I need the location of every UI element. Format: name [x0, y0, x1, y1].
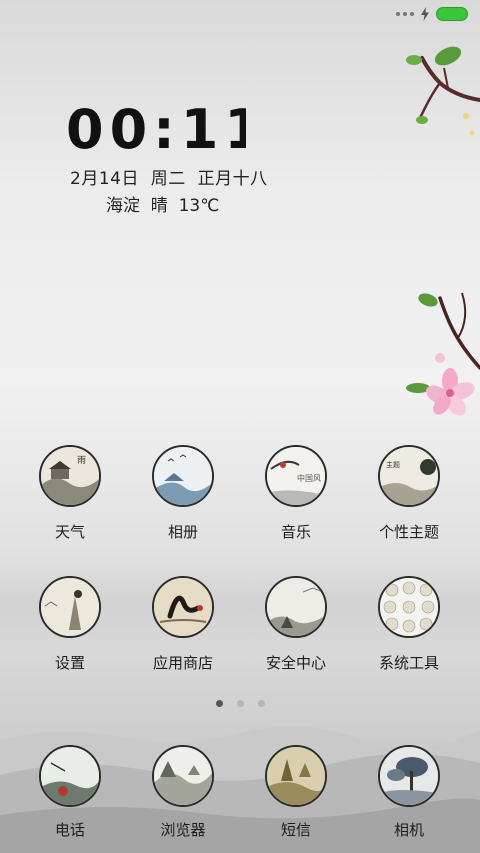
app-label: 音乐: [280, 523, 311, 541]
app-label: 安全中心: [265, 654, 326, 672]
settings-app-icon: [39, 576, 101, 638]
app-label: 电话: [54, 821, 85, 839]
battery-icon: [436, 7, 468, 21]
blossom-branch-top: [406, 46, 480, 136]
app-label: 天气: [54, 523, 85, 541]
themes-app-icon: 主题: [378, 445, 440, 507]
gallery-app-icon: [152, 445, 214, 507]
app-system-tools[interactable]: 系统工具: [353, 576, 465, 673]
messages-app-icon: [265, 745, 327, 807]
phone-app-icon: [39, 745, 101, 807]
svg-text:主题: 主题: [386, 460, 400, 469]
app-label: 相册: [167, 523, 198, 541]
app-label: 应用商店: [152, 654, 213, 672]
app-security[interactable]: 安全中心: [240, 576, 352, 673]
app-label: 相机: [393, 821, 424, 839]
app-store-icon: [152, 576, 214, 638]
blossom-branch-bottom: [406, 292, 480, 416]
app-store[interactable]: 应用商店: [127, 576, 239, 673]
security-app-icon: [265, 576, 327, 638]
page-indicator[interactable]: [0, 700, 480, 707]
date-text: 2月14日 周二 正月十八: [70, 169, 268, 189]
app-gallery[interactable]: 相册: [127, 445, 239, 542]
charging-bolt-icon: [421, 7, 429, 21]
app-weather[interactable]: 雨 天气: [14, 445, 126, 542]
status-bar: [396, 0, 480, 28]
page-dot-2[interactable]: [236, 700, 244, 707]
app-themes[interactable]: 主题 个性主题: [353, 445, 465, 542]
dock-camera[interactable]: 相机: [353, 745, 465, 840]
app-music[interactable]: 中国风 音乐: [240, 445, 352, 542]
app-label: 浏览器: [160, 821, 206, 839]
clock-time: 00:11: [66, 98, 246, 158]
svg-text:雨: 雨: [77, 455, 86, 466]
weather-text: 海淀 晴 13℃: [106, 196, 220, 216]
app-label: 系统工具: [378, 654, 439, 672]
music-app-icon: 中国风: [265, 445, 327, 507]
app-settings[interactable]: 设置: [14, 576, 126, 673]
page-dot-1[interactable]: [215, 700, 223, 707]
app-label: 短信: [280, 821, 311, 839]
system-tools-app-icon: [378, 576, 440, 638]
weather-app-icon: 雨: [39, 445, 101, 507]
more-dots-icon: [396, 12, 414, 16]
app-label: 个性主题: [378, 523, 439, 541]
camera-app-icon: [378, 745, 440, 807]
svg-text:中国风: 中国风: [297, 473, 321, 483]
dock-phone[interactable]: 电话: [14, 745, 126, 840]
browser-app-icon: [152, 745, 214, 807]
dock-browser[interactable]: 浏览器: [127, 745, 239, 840]
page-dot-3[interactable]: [257, 700, 265, 707]
dock-messages[interactable]: 短信: [240, 745, 352, 840]
app-label: 设置: [54, 654, 85, 672]
svg-text:00:11: 00:11: [66, 98, 246, 158]
